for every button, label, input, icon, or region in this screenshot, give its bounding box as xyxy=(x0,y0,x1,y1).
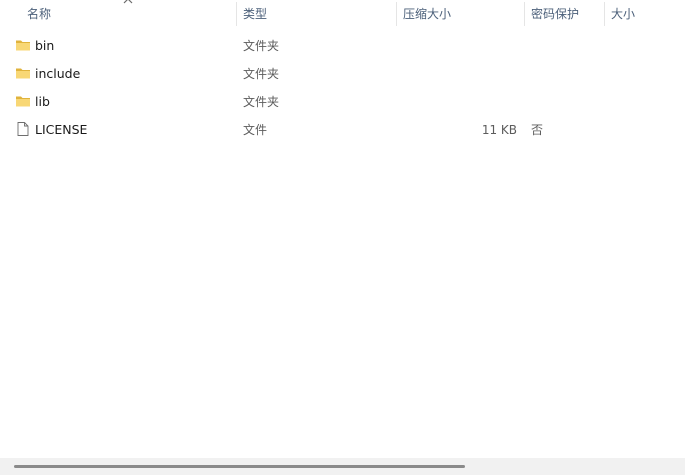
column-header-size[interactable]: 大小 xyxy=(611,0,681,26)
list-item[interactable]: include 文件夹 xyxy=(0,59,685,87)
column-header-size-label: 大小 xyxy=(611,7,636,21)
horizontal-scrollbar-thumb[interactable] xyxy=(14,465,465,468)
list-item[interactable]: lib 文件夹 xyxy=(0,87,685,115)
column-resize-handle[interactable] xyxy=(524,2,525,26)
file-compressed-size xyxy=(400,87,517,115)
list-item[interactable]: bin 文件夹 xyxy=(0,31,685,59)
column-header-bar: 名称 类型 压缩大小 密码保护 大小 xyxy=(0,0,685,26)
column-header-name[interactable]: 名称 xyxy=(27,0,236,26)
column-header-compressed-size[interactable]: 压缩大小 xyxy=(403,0,524,26)
folder-icon xyxy=(16,40,30,51)
file-type: 文件 xyxy=(243,123,268,137)
file-name: bin xyxy=(35,38,55,53)
file-type: 文件夹 xyxy=(243,67,280,81)
column-header-compressed-size-label: 压缩大小 xyxy=(403,7,452,21)
folder-icon xyxy=(16,96,30,107)
archive-file-list: 名称 类型 压缩大小 密码保护 大小 bin 文件夹 include 文件夹 l… xyxy=(0,0,685,475)
file-type: 文件夹 xyxy=(243,95,280,109)
file-name: include xyxy=(35,66,81,81)
file-compressed-size: 11 KB xyxy=(481,123,517,137)
file-name: lib xyxy=(35,94,50,109)
file-compressed-size xyxy=(400,59,517,87)
file-password-protected: 否 xyxy=(531,123,544,137)
column-resize-handle[interactable] xyxy=(604,2,605,26)
column-resize-handle[interactable] xyxy=(236,2,237,26)
column-header-type-label: 类型 xyxy=(243,7,268,21)
file-icon xyxy=(17,122,29,136)
file-type: 文件夹 xyxy=(243,39,280,53)
column-resize-handle[interactable] xyxy=(396,2,397,26)
file-compressed-size xyxy=(400,31,517,59)
column-header-password-protected-label: 密码保护 xyxy=(531,7,580,21)
column-header-name-label: 名称 xyxy=(27,7,52,21)
list-item[interactable]: LICENSE 文件 11 KB 否 xyxy=(0,115,685,143)
column-header-password-protected[interactable]: 密码保护 xyxy=(531,0,604,26)
column-header-type[interactable]: 类型 xyxy=(243,0,396,26)
horizontal-scrollbar[interactable] xyxy=(0,458,685,475)
file-name: LICENSE xyxy=(35,122,88,137)
folder-icon xyxy=(16,68,30,79)
